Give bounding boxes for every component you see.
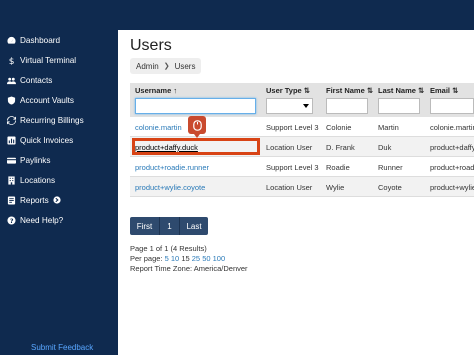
per-page-option-15-selected: 15 xyxy=(181,254,190,263)
mouse-click-indicator xyxy=(188,116,206,138)
chevron-right-icon: ❯ xyxy=(163,63,170,70)
card-icon xyxy=(6,155,17,166)
sidebar: Dashboard $ Virtual Terminal Contacts Ac… xyxy=(0,0,118,355)
table-row: product+daffy.duck Location User D. Fran… xyxy=(130,137,474,157)
sidebar-item-label: Paylinks xyxy=(20,155,51,165)
email-cell: product+wylie xyxy=(430,183,474,192)
contacts-icon xyxy=(6,75,17,86)
sidebar-item-dashboard[interactable]: Dashboard xyxy=(0,30,118,50)
email-cell: product+roadi xyxy=(430,163,474,172)
user-type-cell: Location User xyxy=(266,143,313,152)
sidebar-item-contacts[interactable]: Contacts xyxy=(0,70,118,90)
mouse-icon xyxy=(192,119,202,131)
arrow-right-circle-icon xyxy=(53,196,61,204)
sidebar-item-reports[interactable]: Reports xyxy=(0,190,118,210)
per-page-option-100[interactable]: 100 xyxy=(213,254,226,263)
column-header-last-name[interactable]: Last Name ⇅ xyxy=(378,86,424,95)
username-filter-input[interactable] xyxy=(135,98,256,114)
submit-feedback-link[interactable]: Submit Feedback xyxy=(31,343,93,352)
sidebar-item-paylinks[interactable]: Paylinks xyxy=(0,150,118,170)
sidebar-item-label: Need Help? xyxy=(20,215,64,225)
shield-icon xyxy=(6,95,17,106)
last-name-cell: Runner xyxy=(378,163,403,172)
page-summary: Page 1 of 1 (4 Results) xyxy=(130,244,207,253)
sidebar-item-account-vaults[interactable]: Account Vaults xyxy=(0,90,118,110)
question-icon: ? xyxy=(6,215,17,226)
per-page-label: Per page: xyxy=(130,254,163,263)
sidebar-item-quick-invoices[interactable]: Quick Invoices xyxy=(0,130,118,150)
last-page-button[interactable]: Last xyxy=(180,217,208,235)
reports-icon xyxy=(6,195,17,206)
page-title: Users xyxy=(130,37,172,54)
user-type-cell: Support Level 3 xyxy=(266,163,319,172)
pagination: First 1 Last xyxy=(130,217,208,235)
svg-text:?: ? xyxy=(10,218,14,225)
email-cell: product+daffy xyxy=(430,143,474,152)
dashboard-icon xyxy=(6,35,17,46)
username-link[interactable]: product+wylie.coyote xyxy=(135,183,205,192)
first-name-cell: D. Frank xyxy=(326,143,355,152)
table-header: Username ↑ User Type ⇅ First Name ⇅ Last… xyxy=(130,83,474,117)
column-header-email[interactable]: Email ⇅ xyxy=(430,86,458,95)
first-name-cell: Roadie xyxy=(326,163,350,172)
email-cell: colonie.martin xyxy=(430,123,474,132)
sidebar-item-recurring-billings[interactable]: Recurring Billings xyxy=(0,110,118,130)
per-page-selector: Per page: 5 10 15 25 50 100 xyxy=(130,254,225,263)
user-type-filter-select[interactable] xyxy=(266,98,313,114)
first-name-filter-input[interactable] xyxy=(326,98,368,114)
sidebar-item-label: Virtual Terminal xyxy=(20,55,77,65)
caret-down-icon xyxy=(303,104,309,108)
table-row: product+wylie.coyote Location User Wylie… xyxy=(130,177,474,197)
first-name-cell: Colonie xyxy=(326,123,352,132)
breadcrumb-users: Users xyxy=(174,61,196,71)
first-page-button[interactable]: First xyxy=(130,217,160,235)
report-timezone: Report Time Zone: America/Denver xyxy=(130,264,248,273)
last-name-filter-input[interactable] xyxy=(378,98,420,114)
user-type-cell: Support Level 3 xyxy=(266,123,319,132)
last-name-cell: Martin xyxy=(378,123,399,132)
sidebar-item-label: Contacts xyxy=(20,75,53,85)
sidebar-item-label: Recurring Billings xyxy=(20,115,84,125)
user-type-cell: Location User xyxy=(266,183,313,192)
column-header-username[interactable]: Username ↑ xyxy=(135,86,177,95)
username-link[interactable]: colonie.martin xyxy=(135,123,182,132)
refresh-icon xyxy=(6,115,17,126)
per-page-option-5[interactable]: 5 xyxy=(165,254,169,263)
dollar-icon: $ xyxy=(6,55,17,66)
sidebar-item-virtual-terminal[interactable]: $ Virtual Terminal xyxy=(0,50,118,70)
building-icon xyxy=(6,175,17,186)
breadcrumb-admin[interactable]: Admin xyxy=(136,62,159,71)
svg-text:$: $ xyxy=(9,57,15,65)
username-link[interactable]: product+daffy.duck xyxy=(135,143,198,152)
invoice-icon xyxy=(6,135,17,146)
email-filter-input[interactable] xyxy=(430,98,474,114)
per-page-option-50[interactable]: 50 xyxy=(202,254,210,263)
per-page-option-25[interactable]: 25 xyxy=(192,254,200,263)
users-table: Username ↑ User Type ⇅ First Name ⇅ Last… xyxy=(130,83,474,197)
username-link[interactable]: product+roadie.runner xyxy=(135,163,209,172)
sidebar-item-label: Locations xyxy=(20,175,56,185)
sidebar-item-label: Quick Invoices xyxy=(20,135,74,145)
last-name-cell: Duk xyxy=(378,143,392,152)
sidebar-item-need-help[interactable]: ? Need Help? xyxy=(0,210,118,230)
table-row: colonie.martin Support Level 3 Colonie M… xyxy=(130,117,474,137)
per-page-option-10[interactable]: 10 xyxy=(171,254,179,263)
sidebar-item-label: Dashboard xyxy=(20,35,61,45)
main-content: Users Admin ❯ Users Username ↑ User Type… xyxy=(118,30,474,355)
sidebar-item-locations[interactable]: Locations xyxy=(0,170,118,190)
last-name-cell: Coyote xyxy=(378,183,402,192)
sidebar-item-label: Account Vaults xyxy=(20,95,75,105)
page-1-button[interactable]: 1 xyxy=(160,217,180,235)
column-header-first-name[interactable]: First Name ⇅ xyxy=(326,86,373,95)
breadcrumb: Admin ❯ Users xyxy=(130,58,202,74)
table-row: product+roadie.runner Support Level 3 Ro… xyxy=(130,157,474,177)
first-name-cell: Wylie xyxy=(326,183,345,192)
column-header-user-type[interactable]: User Type ⇅ xyxy=(266,86,310,95)
sidebar-item-label: Reports xyxy=(20,195,49,205)
